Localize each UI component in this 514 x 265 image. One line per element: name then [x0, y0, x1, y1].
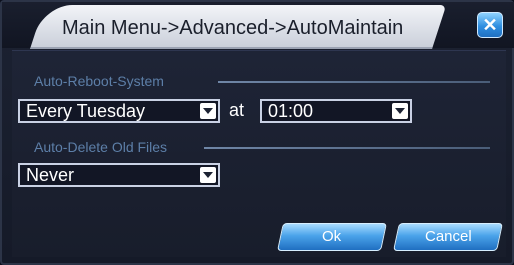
reboot-time-value: 01:00	[268, 101, 314, 121]
ok-button-label: Ok	[322, 228, 342, 245]
auto-reboot-section-label: Auto-Reboot-System	[34, 73, 164, 89]
ok-button[interactable]: Ok	[277, 223, 387, 251]
chevron-down-icon[interactable]	[200, 103, 216, 119]
close-icon: ✕	[482, 15, 498, 35]
close-button[interactable]: ✕	[477, 12, 503, 38]
at-label: at	[229, 100, 245, 120]
chevron-down-icon[interactable]	[200, 167, 216, 183]
automaintain-dialog: Main Menu->Advanced->AutoMaintain ✕ Auto…	[0, 0, 514, 265]
dialog-content: Auto-Reboot-System Every Tuesday at 01:0…	[12, 50, 506, 257]
cancel-button-label: Cancel	[424, 228, 472, 245]
reboot-day-select[interactable]: Every Tuesday	[18, 99, 220, 123]
auto-reboot-divider	[218, 81, 490, 83]
auto-delete-value: Never	[26, 165, 75, 185]
chevron-down-icon[interactable]	[392, 103, 408, 119]
dialog-title: Main Menu->Advanced->AutoMaintain	[62, 17, 404, 39]
cancel-button[interactable]: Cancel	[393, 223, 503, 251]
auto-delete-select[interactable]: Never	[18, 163, 220, 187]
auto-delete-section-label: Auto-Delete Old Files	[34, 139, 168, 155]
auto-delete-divider	[204, 147, 490, 149]
reboot-time-select[interactable]: 01:00	[260, 99, 412, 123]
reboot-day-value: Every Tuesday	[26, 101, 146, 121]
title-bar: Main Menu->Advanced->AutoMaintain ✕	[2, 2, 514, 49]
